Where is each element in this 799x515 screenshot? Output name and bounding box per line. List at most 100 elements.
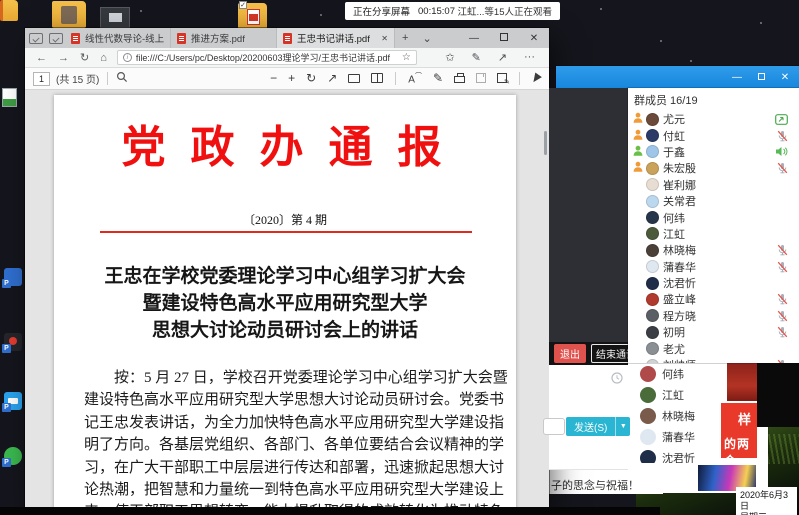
member-row[interactable]: 尤元 xyxy=(628,111,799,127)
web-notes-icon[interactable]: ✎ xyxy=(472,51,481,64)
call-maximize-button[interactable] xyxy=(753,72,769,83)
member-row[interactable]: 付虹 xyxy=(628,127,799,143)
forward-icon[interactable]: → xyxy=(58,52,69,64)
browser-tab[interactable]: 线性代数导论-线上考试要 xyxy=(65,28,171,48)
pdf-doc xyxy=(247,9,260,25)
share-icon[interactable]: ↗ xyxy=(498,51,507,64)
browser-tab[interactable]: 王忠书记讲话.pdf✕ xyxy=(277,28,395,48)
call-video-area xyxy=(549,88,628,342)
member-row[interactable]: 蒲春华 xyxy=(628,259,799,275)
member-row[interactable]: 崔利娜 xyxy=(628,177,799,193)
member-row[interactable]: 关常君 xyxy=(628,193,799,209)
member-row[interactable]: 何纬 xyxy=(628,209,799,225)
mic-muted-icon[interactable] xyxy=(777,244,788,256)
member-row[interactable]: 沈君忻 xyxy=(628,275,799,291)
minimize-button[interactable]: — xyxy=(459,33,489,44)
news-thumbnail-1[interactable] xyxy=(727,363,757,401)
zoom-in-icon[interactable]: + xyxy=(288,71,295,85)
avatar xyxy=(646,342,659,355)
url-field[interactable]: i file:///C:/Users/pc/Desktop/20200603理论… xyxy=(117,50,417,65)
close-button[interactable]: ✕ xyxy=(519,33,549,44)
mic-muted-icon[interactable] xyxy=(777,310,788,322)
desktop-shortcut-wechat-icon[interactable]: P xyxy=(4,447,22,465)
select-tool-icon[interactable] xyxy=(348,74,360,83)
speaker-on-icon[interactable] xyxy=(775,146,788,157)
screen-share-icon[interactable] xyxy=(775,114,788,125)
back-icon[interactable]: ← xyxy=(36,52,47,64)
browser-tab-bar: 线性代数导论-线上考试要推进方案.pdf王忠书记讲话.pdf✕ + ⌄ — ✕ xyxy=(25,28,549,48)
ink-icon[interactable]: ✎ xyxy=(433,71,443,85)
member-row[interactable]: 朱宏殷 xyxy=(628,160,799,176)
mic-muted-icon[interactable] xyxy=(777,326,788,338)
desktop-user-folder-icon[interactable] xyxy=(52,1,86,28)
save-icon[interactable] xyxy=(476,73,486,83)
tab-preview-icon[interactable] xyxy=(29,33,43,44)
desktop-pdf-folder-icon[interactable]: ✓ xyxy=(238,3,267,29)
add-favorite-icon[interactable]: ☆ xyxy=(402,52,411,63)
screen-share-banner[interactable]: 正在分享屏幕 00:15:07 江虹...等15人正在观看 xyxy=(345,2,560,20)
member-name: 初明 xyxy=(663,324,685,340)
page-number-input[interactable]: 1 xyxy=(33,72,50,86)
member-row[interactable]: 程方晓 xyxy=(628,308,799,324)
two-page-view-icon[interactable] xyxy=(371,73,383,83)
call-window-titlebar[interactable]: — ✕ xyxy=(556,66,799,88)
message-input[interactable] xyxy=(543,418,565,435)
rotate-icon[interactable]: ↻ xyxy=(306,71,316,85)
taskbar-edge[interactable] xyxy=(0,507,660,515)
member-row[interactable]: 林晓梅 xyxy=(628,242,799,258)
members-list: 尤元付虹于鑫朱宏殷崔利娜关常君何纬江虹林晓梅蒲春华沈君忻盛立峰程方晓初明老尤刘帅… xyxy=(628,111,799,363)
mic-muted-icon[interactable] xyxy=(777,293,788,305)
send-options-caret[interactable]: ▼ xyxy=(615,417,630,436)
member-row[interactable]: 于鑫 xyxy=(628,144,799,160)
tab-close-icon[interactable]: ✕ xyxy=(377,34,388,43)
mic-muted-icon[interactable] xyxy=(777,359,788,363)
browser-tab[interactable]: 推进方案.pdf xyxy=(171,28,277,48)
set-tabs-aside-icon[interactable] xyxy=(49,33,63,44)
desktop-doc-icon[interactable] xyxy=(2,88,17,107)
settings-more-icon[interactable]: ··· xyxy=(524,51,535,64)
exit-call-button[interactable]: 退出 xyxy=(554,344,586,363)
url-text: file:///C:/Users/pc/Desktop/20200603理论学习… xyxy=(136,51,398,64)
hub-favorites-icon[interactable]: ✩ xyxy=(445,51,454,64)
read-aloud-icon[interactable]: A⌒ xyxy=(408,71,422,85)
news-thumbnail-2[interactable]: 样 的两会 xyxy=(721,403,757,458)
refresh-icon[interactable]: ↻ xyxy=(80,51,89,64)
pin-icon[interactable] xyxy=(530,73,542,85)
print-icon[interactable] xyxy=(454,76,465,83)
fit-to-page-icon[interactable]: ↗ xyxy=(327,71,337,85)
pdf-view-area[interactable]: 党 政 办 通 报 〔2020〕第 4 期 王忠在学校党委理论学习中心组学习扩大… xyxy=(25,91,549,507)
call-minimize-button[interactable]: — xyxy=(729,72,745,83)
member-row[interactable]: 刘帅师 xyxy=(628,357,799,363)
member-row[interactable]: 老尤 xyxy=(628,340,799,356)
avatar xyxy=(640,366,656,382)
page-info-icon[interactable]: i xyxy=(123,53,132,62)
avatar xyxy=(646,244,659,257)
mic-muted-icon[interactable] xyxy=(777,261,788,273)
member-row[interactable]: 初明 xyxy=(628,324,799,340)
zoom-out-icon[interactable]: − xyxy=(270,71,277,85)
call-chat-input-panel[interactable]: 发送(S) ▼ xyxy=(549,365,628,470)
message-history-icon[interactable] xyxy=(611,371,623,389)
call-close-button[interactable]: ✕ xyxy=(777,72,793,83)
desktop-shortcut-wecom-icon[interactable]: P xyxy=(4,268,22,286)
desktop-shortcut-tencent-icon[interactable]: P xyxy=(4,333,22,351)
maximize-button[interactable] xyxy=(489,33,519,44)
news-card-line2: 的两会 xyxy=(721,428,757,458)
pdf-scrollbar[interactable] xyxy=(544,131,547,155)
desktop-app-window-icon[interactable] xyxy=(100,7,130,28)
mic-muted-icon[interactable] xyxy=(777,130,788,142)
app-window-inner xyxy=(109,13,122,22)
new-tab-button[interactable]: + xyxy=(395,32,415,44)
desktop-folder-icon[interactable] xyxy=(0,0,18,21)
tab-menu-button[interactable]: ⌄ xyxy=(415,32,438,45)
send-button[interactable]: 发送(S) xyxy=(566,417,615,436)
save-as-icon[interactable] xyxy=(497,73,507,83)
mic-muted-icon[interactable] xyxy=(777,162,788,174)
member-row[interactable]: 江虹 xyxy=(628,226,799,242)
selected-checkbox-icon: ✓ xyxy=(239,1,247,9)
desktop-shortcut-meeting-icon[interactable]: P xyxy=(4,392,22,410)
member-name: 蒲春华 xyxy=(662,429,695,445)
home-icon[interactable]: ⌂ xyxy=(100,52,107,64)
member-row[interactable]: 盛立峰 xyxy=(628,291,799,307)
find-in-document-icon[interactable] xyxy=(116,71,128,86)
